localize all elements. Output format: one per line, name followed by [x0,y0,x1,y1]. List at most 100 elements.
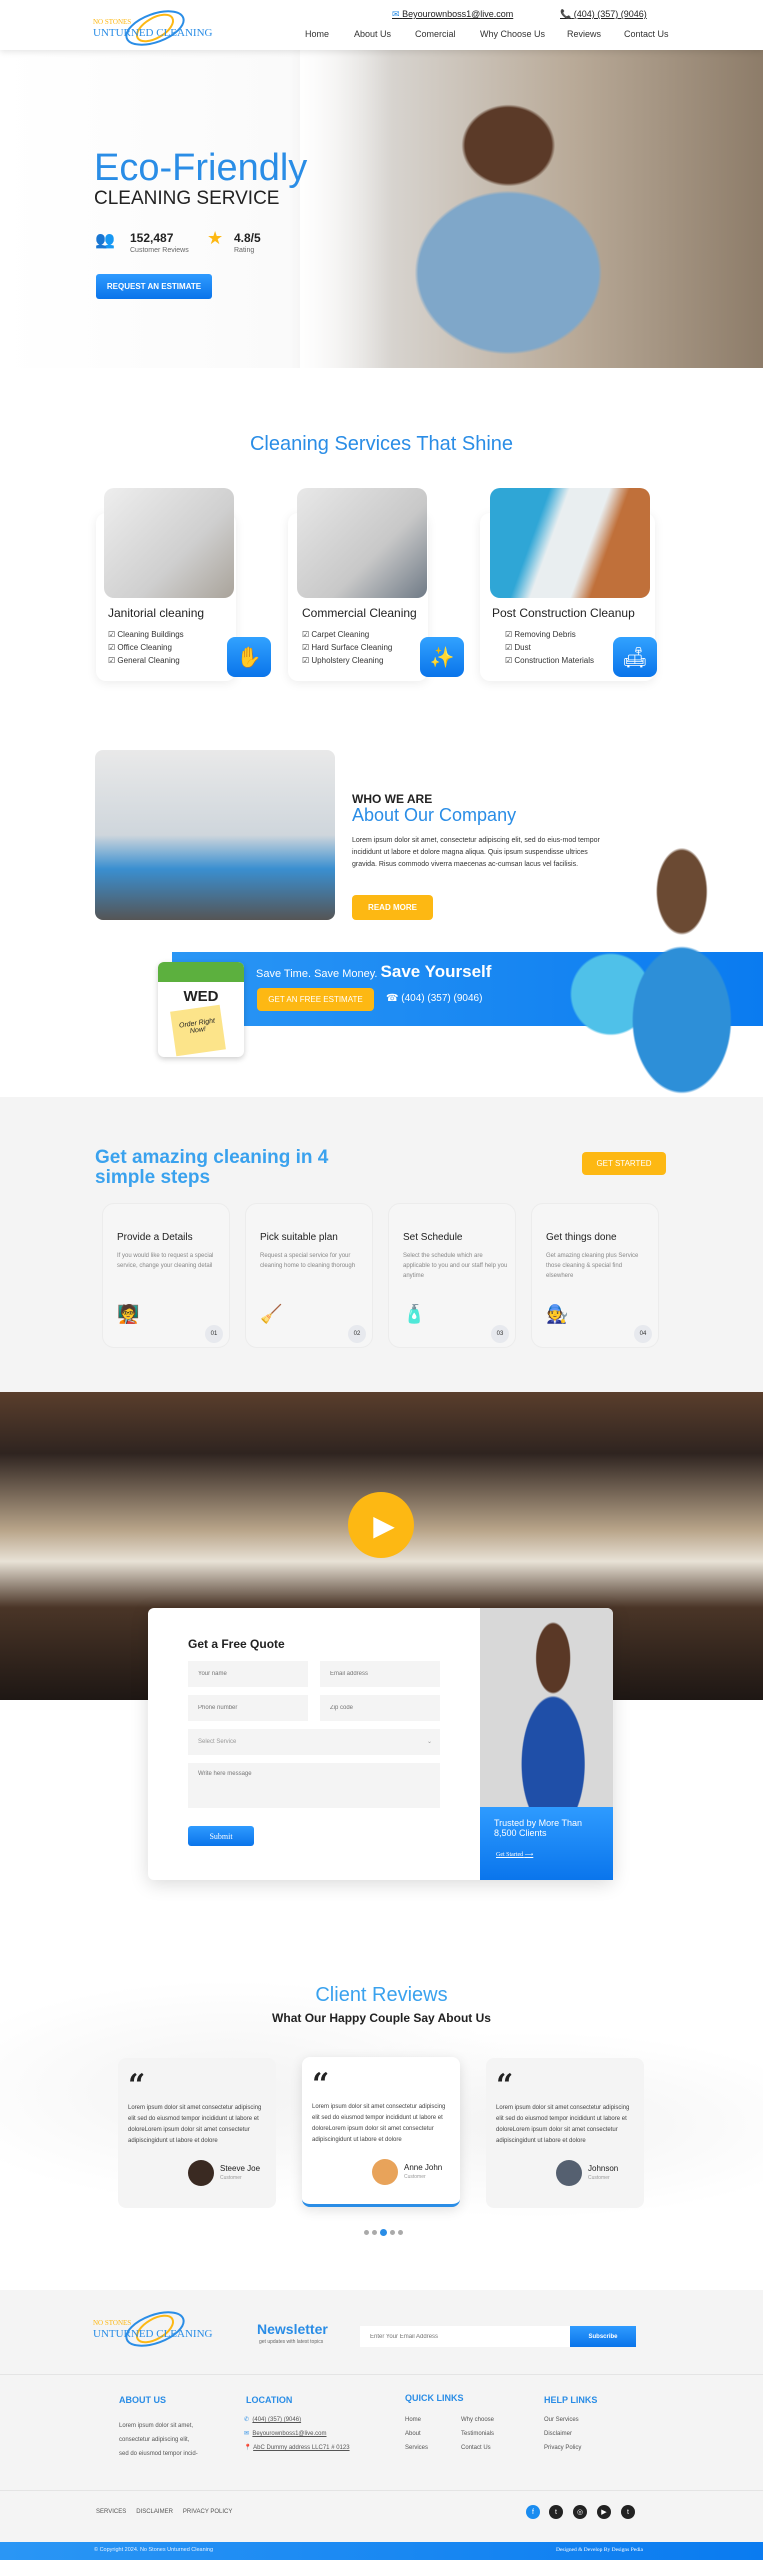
svg-text:NO STONES: NO STONES [93,2319,131,2327]
footer-email[interactable]: ✉ Beyourownboss1@live.com [244,2427,327,2441]
dot[interactable] [372,2230,377,2235]
rating-value: 4.8/5 [234,231,261,245]
hero-subtitle: CLEANING SERVICE [94,188,280,209]
step-card: Set Schedule Select the schedule which ar… [388,1203,516,1348]
team-photo [95,750,335,920]
review-card: “Lorem ipsum dolor sit amet consectetur … [118,2058,276,2208]
instagram-icon[interactable]: ◎ [573,2505,587,2519]
credit-text[interactable]: Designed & Develop By Designs Pedia [556,2547,643,2553]
facebook-icon[interactable]: f [526,2505,540,2519]
link-privacy[interactable]: Privacy Policy [544,2441,581,2455]
link-our-services[interactable]: Our Services [544,2413,581,2427]
link-about[interactable]: About [405,2427,428,2441]
phone-text: (404) (357) (9046) [252,2417,302,2423]
get-started-button[interactable]: GET STARTED [582,1152,666,1175]
nav-reviews[interactable]: Reviews [567,29,601,39]
service-list: Cleaning BuildingsOffice CleaningGeneral… [108,628,183,667]
quote-icon: “ [312,2067,330,2102]
step-card: Get things done Get amazing cleaning plus… [531,1203,659,1348]
step-card: Pick suitable plan Request a special serv… [245,1203,373,1348]
dot[interactable] [364,2230,369,2235]
reviewer-name: Johnson [588,2164,619,2173]
quote-icon: “ [128,2068,146,2103]
dot-active[interactable] [380,2229,387,2236]
nav-comercial[interactable]: Comercial [415,29,456,39]
step-number: 04 [634,1325,652,1343]
nav-contact[interactable]: Contact Us [624,29,669,39]
bottom-link-services[interactable]: SERVICES [96,2505,126,2519]
avatar [372,2159,398,2185]
copyright-text: © Copyright 2024. No Stones Unturned Cle… [94,2547,214,2553]
reviewer-role: Customer [220,2175,242,2181]
free-estimate-button[interactable]: GET AN FREE ESTIMATE [257,988,374,1011]
phone-icon: 📞 [560,9,572,19]
play-button-icon[interactable]: ▶ [348,1492,414,1558]
service-select[interactable]: Select Service ⌄ [188,1729,440,1755]
subscribe-button[interactable]: Subscribe [570,2326,636,2347]
reviews-label: Customer Reviews [130,247,189,254]
carousel-dots [364,2229,403,2236]
quote-title: Get a Free Quote [188,1637,285,1651]
link-disclaimer[interactable]: Disclaimer [544,2427,581,2441]
get-started-link[interactable]: Get Started ⟶ [496,1851,533,1858]
service-item: Carpet Cleaning [302,628,392,641]
person-board-icon: 🧑‍🏫 [117,1304,140,1324]
hero-photo [300,50,763,368]
header-email[interactable]: ✉ Beyourownboss1@live.com [392,9,513,20]
phone-icon: ☎ [386,993,399,1004]
address-text: AbC Dummy address LLC71 # 0123 [253,2445,350,2451]
tumblr-icon[interactable]: t [621,2505,635,2519]
nav-about[interactable]: About Us [354,29,391,39]
help-links-heading: HELP LINKS [544,2395,598,2405]
logo-swoosh-icon: NO STONESUNTURNED CLEANING [93,2311,213,2347]
sticky-note: Order Right Now! [170,1004,226,1057]
link-home[interactable]: Home [405,2413,428,2427]
bottom-link-privacy[interactable]: PRIVACY POLICY [183,2505,232,2519]
reviews-count: 152,487 [130,231,174,245]
email-input[interactable] [320,1661,440,1687]
twitter-icon[interactable]: t [549,2505,563,2519]
bottom-link-disclaimer[interactable]: DISCLAIMER [136,2505,173,2519]
nav-home[interactable]: Home [305,29,329,39]
zip-input[interactable] [320,1695,440,1721]
phone-input[interactable] [188,1695,308,1721]
banner-tagline: Save Time. Save Money. Save Yourself [256,962,491,982]
service-title: Commercial Cleaning [302,606,417,620]
header-phone[interactable]: 📞 (404) (357) (9046) [560,9,647,20]
about-title: About Our Company [352,805,517,825]
link-testimonials[interactable]: Testimonials [461,2427,494,2441]
review-text: Lorem ipsum dolor sit amet consectetur a… [496,2105,630,2144]
cleaner-woman-photo [560,840,763,1097]
dot[interactable] [398,2230,403,2235]
link-why-choose[interactable]: Why choose [461,2413,494,2427]
newsletter-email-input[interactable] [360,2326,570,2347]
submit-button[interactable]: Submit [188,1826,254,1846]
nav-why-choose[interactable]: Why Choose Us [480,29,545,39]
hand-wipe-icon: ✋ [227,637,271,677]
request-estimate-button[interactable]: REQUEST AN ESTIMATE [96,274,212,299]
quick-links-col1: Home About Services [405,2413,428,2455]
read-more-button[interactable]: READ MORE [352,895,433,920]
review-card-active: “Lorem ipsum dolor sit amet consectetur … [302,2057,460,2207]
calendar-graphic: WED Order Right Now! [158,962,244,1057]
link-contact[interactable]: Contact Us [461,2441,494,2455]
message-textarea[interactable] [188,1763,440,1808]
services-title: Cleaning Services That Shine [249,433,514,455]
step-title: Get things done [546,1232,617,1243]
banner-phone[interactable]: ☎ (404) (357) (9046) [386,993,482,1004]
service-item: Removing Debris [505,628,594,641]
step-title: Provide a Details [117,1232,193,1243]
avatar [188,2160,214,2186]
youtube-icon[interactable]: ▶ [597,2505,611,2519]
sofa-clean-icon: 🛋 [613,637,657,677]
email-text: Beyourownboss1@live.com [252,2431,327,2437]
header: NO STONES UNTURNED CLEANING ✉ Beyourownbo… [0,0,763,50]
dot[interactable] [390,2230,395,2235]
footer-phone[interactable]: ✆ (404) (357) (9046) [244,2413,301,2427]
reviewer-role: Customer [588,2175,610,2181]
name-input[interactable] [188,1661,308,1687]
logo[interactable]: NO STONES UNTURNED CLEANING [93,6,218,46]
location-heading: LOCATION [246,2395,293,2405]
link-services[interactable]: Services [405,2441,428,2455]
footer-logo[interactable]: NO STONES UNTURNED CLEANING [93,2307,218,2352]
